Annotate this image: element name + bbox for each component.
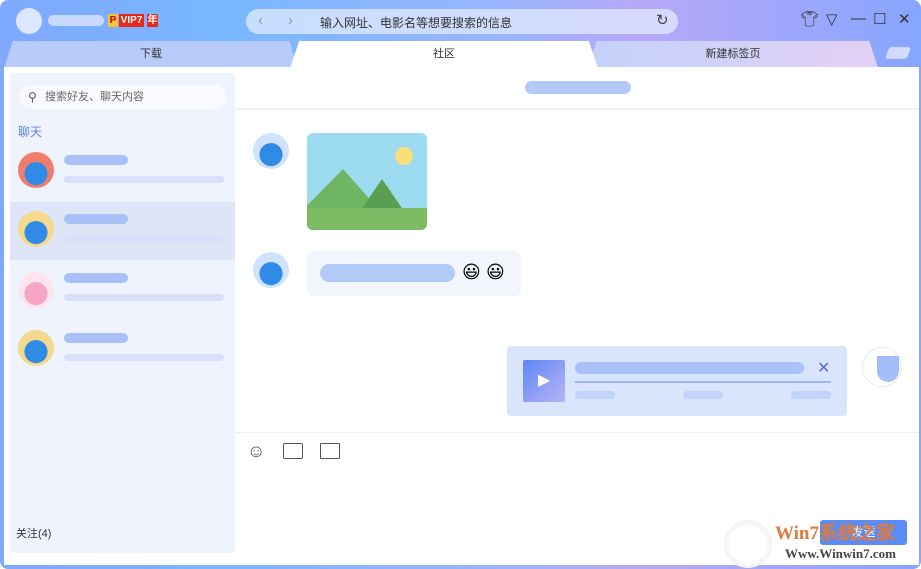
grin-emoji-icon: 😃 — [462, 262, 481, 282]
avatar — [18, 152, 54, 188]
name-placeholder — [64, 333, 128, 343]
avatar — [18, 272, 54, 308]
chat-list-item[interactable] — [10, 261, 235, 319]
tab-new[interactable]: 新建标签页 — [588, 41, 878, 68]
name-placeholder — [64, 273, 128, 283]
new-tab-button[interactable] — [884, 47, 912, 59]
emoji-icon[interactable]: ☺ — [247, 441, 265, 462]
video-file-message[interactable]: ▶ ✕ — [507, 346, 847, 416]
meta-placeholder — [575, 391, 615, 399]
meta-placeholder — [791, 391, 831, 399]
watermark-url: Www.Winwin7.com — [785, 546, 896, 561]
image-icon[interactable] — [283, 443, 303, 459]
address-bar[interactable]: ‹ › 输入网址、电影名等想要搜索的信息 ↻ — [246, 9, 678, 34]
menu-icon[interactable]: ▽ — [826, 10, 838, 28]
message-placeholder — [64, 354, 224, 361]
avatar — [253, 252, 289, 288]
friend-search-input[interactable]: ⚲ 搜索好友、聊天内容 — [19, 85, 226, 109]
ground — [307, 208, 427, 230]
chat-list-item-selected[interactable] — [10, 202, 235, 260]
chat-list-item[interactable] — [10, 321, 235, 379]
following-count[interactable]: 关注(4) — [16, 525, 51, 541]
text-message: 😃 😃 — [307, 251, 521, 296]
close-icon[interactable]: ✕ — [898, 10, 911, 28]
bird-icon — [877, 356, 899, 382]
message-placeholder — [64, 294, 224, 301]
tab-label: 新建标签页 — [705, 48, 761, 60]
play-icon: ▶ — [538, 372, 551, 389]
skin-icon[interactable]: 👕︎ — [800, 10, 819, 28]
grin-emoji-icon: 😃 — [486, 262, 505, 282]
file-name-placeholder — [575, 362, 804, 374]
watermark-title: Win7系统之家 — [775, 523, 896, 544]
refresh-icon[interactable]: ↻ — [656, 11, 669, 29]
my-avatar — [862, 347, 902, 387]
watermark-logo-icon — [724, 520, 772, 568]
minimize-icon[interactable]: — — [851, 10, 866, 27]
meta-placeholder — [683, 391, 723, 399]
tab-community[interactable]: 社区 — [290, 41, 598, 68]
badge-year: 年 — [147, 14, 158, 27]
tab-label: 社区 — [433, 48, 455, 60]
divider — [235, 108, 919, 110]
chat-sidebar: ⚲ 搜索好友、聊天内容 聊天 关注(4) — [10, 73, 235, 553]
badge-p: P — [108, 14, 118, 27]
avatar — [18, 211, 54, 247]
address-input[interactable]: 输入网址、电影名等想要搜索的信息 — [320, 14, 512, 31]
sun-icon — [395, 147, 413, 165]
name-placeholder — [64, 214, 128, 224]
search-placeholder: 搜索好友、聊天内容 — [45, 91, 144, 103]
avatar — [253, 133, 289, 169]
username-placeholder[interactable] — [48, 15, 104, 26]
search-icon: ⚲ — [28, 90, 37, 104]
tab-download[interactable]: 下载 — [4, 41, 298, 68]
chat-title-placeholder — [525, 81, 631, 94]
progress-bar — [575, 381, 831, 383]
tab-label: 下载 — [140, 48, 162, 60]
message-placeholder — [64, 235, 224, 242]
message-placeholder — [64, 176, 224, 183]
image-message[interactable] — [307, 133, 427, 230]
video-file-icon: ▶ — [523, 360, 565, 402]
cancel-icon[interactable]: ✕ — [817, 358, 830, 378]
folder-icon[interactable] — [320, 443, 340, 459]
avatar — [18, 330, 54, 366]
chat-section-label: 聊天 — [18, 125, 43, 139]
browser-window: P VIP7 年 ‹ › 输入网址、电影名等想要搜索的信息 ↻ 👕︎ ▽ — ☐… — [0, 0, 921, 569]
message-placeholder — [320, 264, 455, 282]
name-placeholder — [64, 155, 128, 165]
forward-icon[interactable]: › — [288, 12, 293, 29]
app-logo[interactable] — [16, 8, 42, 34]
badge-vip: VIP7 — [119, 14, 144, 27]
maximize-icon[interactable]: ☐ — [873, 10, 886, 28]
divider — [235, 432, 919, 433]
back-icon[interactable]: ‹ — [258, 12, 263, 29]
chat-list-item[interactable] — [10, 141, 235, 199]
